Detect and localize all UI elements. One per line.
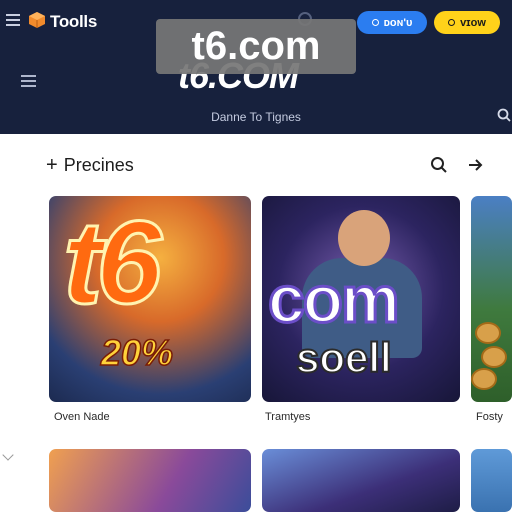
signup-label: ᴠɪᴏᴡ — [460, 16, 486, 29]
plus-icon: + — [46, 154, 58, 176]
section-title[interactable]: + Precines — [46, 154, 134, 177]
search-icon[interactable] — [497, 108, 511, 122]
menu-icon[interactable] — [21, 75, 36, 87]
bolt-icon — [448, 19, 456, 26]
site-tagline: Danne To Tignes — [211, 110, 301, 124]
brand-name[interactable]: Toolls — [50, 12, 97, 32]
card-caption[interactable]: Oven Nade — [54, 411, 110, 423]
section-title-label: Precines — [63, 155, 134, 175]
card-headline: t6 — [62, 197, 164, 329]
card-caption[interactable]: Fosty — [476, 411, 503, 423]
hero-head — [338, 210, 390, 266]
cube-logo-icon — [29, 12, 45, 28]
user-icon — [371, 19, 379, 26]
card-headline: com — [267, 262, 402, 336]
promo-badge: 20% — [100, 331, 174, 374]
search-icon[interactable] — [430, 156, 448, 174]
signup-button[interactable]: ᴠɪᴏᴡ — [434, 11, 500, 34]
watermark-banner: t6.com — [156, 19, 356, 74]
menu-icon[interactable] — [6, 14, 20, 26]
game-card[interactable] — [471, 449, 512, 512]
card-subline: soell — [295, 333, 393, 382]
coin-icon — [481, 346, 507, 368]
card-caption[interactable]: Tramtyes — [265, 411, 310, 423]
login-label: ᴅᴏɴ'ᴜ — [383, 16, 413, 29]
game-card[interactable] — [471, 196, 512, 402]
game-card[interactable]: t6 20% — [49, 196, 251, 402]
coin-icon — [475, 322, 501, 344]
arrow-right-icon[interactable] — [466, 156, 484, 174]
coin-icon — [471, 368, 497, 390]
chevron-left-icon[interactable] — [2, 449, 14, 461]
login-button[interactable]: ᴅᴏɴ'ᴜ — [357, 11, 427, 34]
game-card[interactable]: com soell — [262, 196, 460, 402]
game-card[interactable] — [49, 449, 251, 512]
game-card[interactable] — [262, 449, 460, 512]
